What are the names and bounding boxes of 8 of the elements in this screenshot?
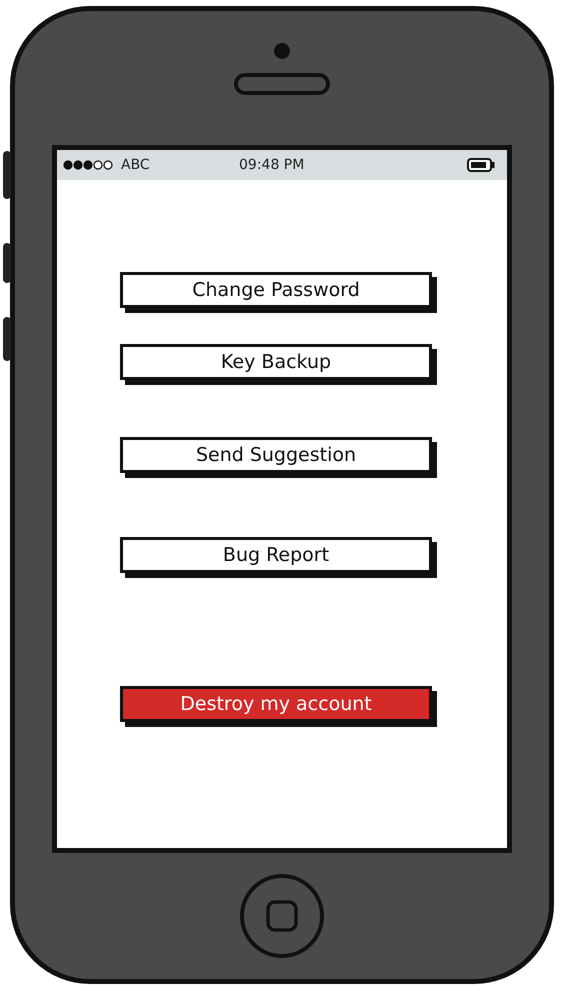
rounded-square-icon: [265, 899, 299, 933]
speaker-icon: [234, 73, 330, 95]
signal-icon: [63, 160, 113, 170]
home-button[interactable]: [240, 874, 324, 958]
battery-icon: [467, 158, 495, 172]
carrier-name: ABC: [121, 157, 150, 173]
clock-time: 09:48 PM: [239, 157, 304, 173]
camera-icon: [274, 43, 290, 59]
